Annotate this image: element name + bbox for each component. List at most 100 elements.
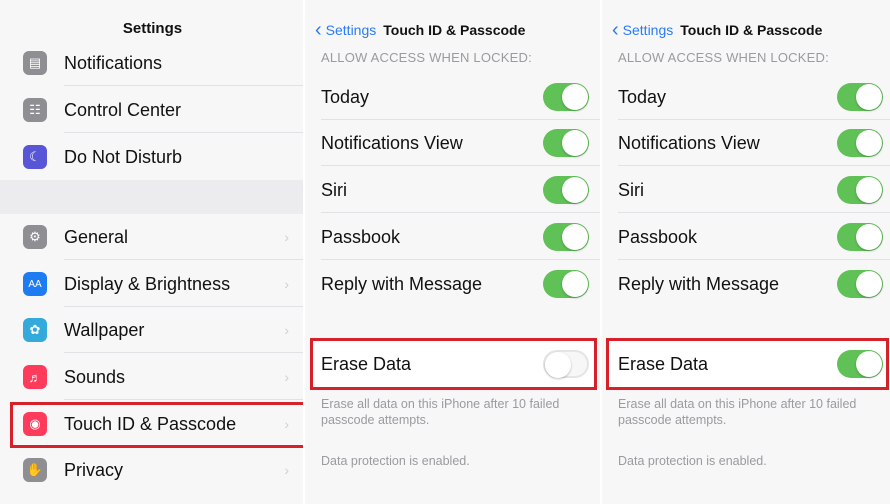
divider	[64, 259, 305, 260]
today-switch[interactable]	[543, 83, 589, 111]
back-chevron-icon[interactable]: ‹	[315, 20, 322, 40]
switch-knob	[562, 130, 588, 156]
divider	[321, 259, 602, 260]
settings-item-label: Notifications	[64, 52, 163, 73]
settings-panel: Settings ▤ Notifications ☷ Control Cente…	[0, 0, 305, 504]
settings-item-label: Control Center	[64, 99, 182, 120]
divider	[64, 132, 305, 133]
hand-icon: ✋	[23, 458, 47, 482]
settings-item-sounds[interactable]: ♬ Sounds ›	[0, 354, 305, 400]
data-protection-note: Data protection is enabled.	[321, 454, 470, 468]
group-spacer	[0, 180, 305, 214]
toggle-row-today: Today	[321, 74, 602, 120]
toggle-label: Today	[618, 86, 667, 107]
switch-knob	[562, 224, 588, 250]
toggle-row-passbook: Passbook	[321, 214, 602, 260]
reply-with-message-switch[interactable]	[837, 270, 883, 298]
switch-knob	[856, 224, 882, 250]
toggle-row-notifications-view: Notifications View	[618, 120, 890, 166]
highlight-touch-id-row	[10, 402, 305, 448]
switch-knob	[562, 84, 588, 110]
display-brightness-icon: AA	[23, 272, 47, 296]
settings-item-notifications[interactable]: ▤ Notifications	[0, 40, 305, 86]
settings-item-label: Sounds	[64, 366, 126, 387]
gear-icon: ⚙	[23, 225, 47, 249]
settings-item-label: Display & Brightness	[64, 273, 231, 294]
divider	[64, 85, 305, 86]
settings-title: Settings	[122, 20, 183, 37]
highlight-erase-data	[310, 338, 597, 390]
page-title: Touch ID & Passcode	[383, 22, 526, 38]
highlight-erase-data	[606, 338, 889, 390]
toggle-label: Passbook	[618, 226, 698, 247]
toggle-row-today: Today	[618, 74, 890, 120]
nav-bar: ‹ Settings Touch ID & Passcode	[612, 20, 822, 40]
toggle-label: Reply with Message	[618, 273, 780, 294]
section-header: ALLOW ACCESS WHEN LOCKED:	[618, 50, 829, 65]
settings-item-label: Do Not Disturb	[64, 146, 183, 167]
settings-item-do-not-disturb[interactable]: ☾ Do Not Disturb	[0, 134, 305, 180]
siri-switch[interactable]	[543, 176, 589, 204]
passbook-switch[interactable]	[837, 223, 883, 251]
erase-data-footer: Erase all data on this iPhone after 10 f…	[321, 397, 560, 427]
divider	[321, 165, 602, 166]
chevron-right-icon: ›	[284, 322, 289, 338]
chevron-right-icon: ›	[284, 369, 289, 385]
settings-item-general[interactable]: ⚙ General ›	[0, 214, 305, 260]
reply-with-message-switch[interactable]	[543, 270, 589, 298]
settings-item-wallpaper[interactable]: ✿ Wallpaper ›	[0, 307, 305, 353]
toggle-row-notifications-view: Notifications View	[321, 120, 602, 166]
touch-id-panel-off: ‹ Settings Touch ID & Passcode ALLOW ACC…	[305, 0, 602, 504]
wallpaper-icon: ✿	[23, 318, 47, 342]
settings-item-control-center[interactable]: ☷ Control Center	[0, 87, 305, 133]
section-header: ALLOW ACCESS WHEN LOCKED:	[321, 50, 532, 65]
divider	[618, 259, 890, 260]
toggle-label: Notifications View	[618, 132, 760, 153]
switch-knob	[856, 177, 882, 203]
switch-knob	[562, 177, 588, 203]
divider	[321, 212, 602, 213]
divider	[64, 352, 305, 353]
notifications-view-switch[interactable]	[543, 129, 589, 157]
toggle-label: Notifications View	[321, 132, 463, 153]
switch-knob	[856, 271, 882, 297]
siri-switch[interactable]	[837, 176, 883, 204]
today-switch[interactable]	[837, 83, 883, 111]
chevron-right-icon: ›	[284, 229, 289, 245]
data-protection-note: Data protection is enabled.	[618, 454, 767, 468]
divider	[64, 399, 305, 400]
switch-knob	[856, 84, 882, 110]
nav-bar: ‹ Settings Touch ID & Passcode	[315, 20, 525, 40]
toggle-row-siri: Siri	[321, 167, 602, 213]
toggle-label: Today	[321, 86, 370, 107]
chevron-right-icon: ›	[284, 276, 289, 292]
toggle-row-reply-with-message: Reply with Message	[618, 261, 888, 307]
toggle-row-siri: Siri	[618, 167, 890, 213]
chevron-right-icon: ›	[284, 462, 289, 478]
moon-icon: ☾	[23, 145, 47, 169]
back-chevron-icon[interactable]: ‹	[612, 20, 619, 40]
toggle-label: Siri	[321, 179, 347, 200]
toggle-label: Passbook	[321, 226, 401, 247]
settings-item-privacy[interactable]: ✋ Privacy ›	[0, 447, 305, 493]
settings-item-label: Wallpaper	[64, 319, 145, 340]
back-button[interactable]: Settings	[326, 22, 377, 38]
settings-item-label: Privacy	[64, 459, 124, 480]
passbook-switch[interactable]	[543, 223, 589, 251]
toggle-label: Siri	[618, 179, 644, 200]
notifications-icon: ▤	[23, 51, 47, 75]
toggle-label: Reply with Message	[321, 273, 483, 294]
settings-item-label: General	[64, 226, 129, 247]
divider	[618, 212, 890, 213]
settings-item-display-brightness[interactable]: AA Display & Brightness ›	[0, 261, 305, 307]
control-center-icon: ☷	[23, 98, 47, 122]
back-button[interactable]: Settings	[623, 22, 674, 38]
toggle-row-reply-with-message: Reply with Message	[321, 261, 591, 307]
divider	[618, 165, 890, 166]
erase-data-footer: Erase all data on this iPhone after 10 f…	[618, 397, 857, 427]
speaker-icon: ♬	[23, 365, 47, 389]
page-title: Touch ID & Passcode	[680, 22, 823, 38]
notifications-view-switch[interactable]	[837, 129, 883, 157]
touch-id-panel-on: ‹ Settings Touch ID & Passcode ALLOW ACC…	[602, 0, 890, 504]
toggle-row-passbook: Passbook	[618, 214, 890, 260]
